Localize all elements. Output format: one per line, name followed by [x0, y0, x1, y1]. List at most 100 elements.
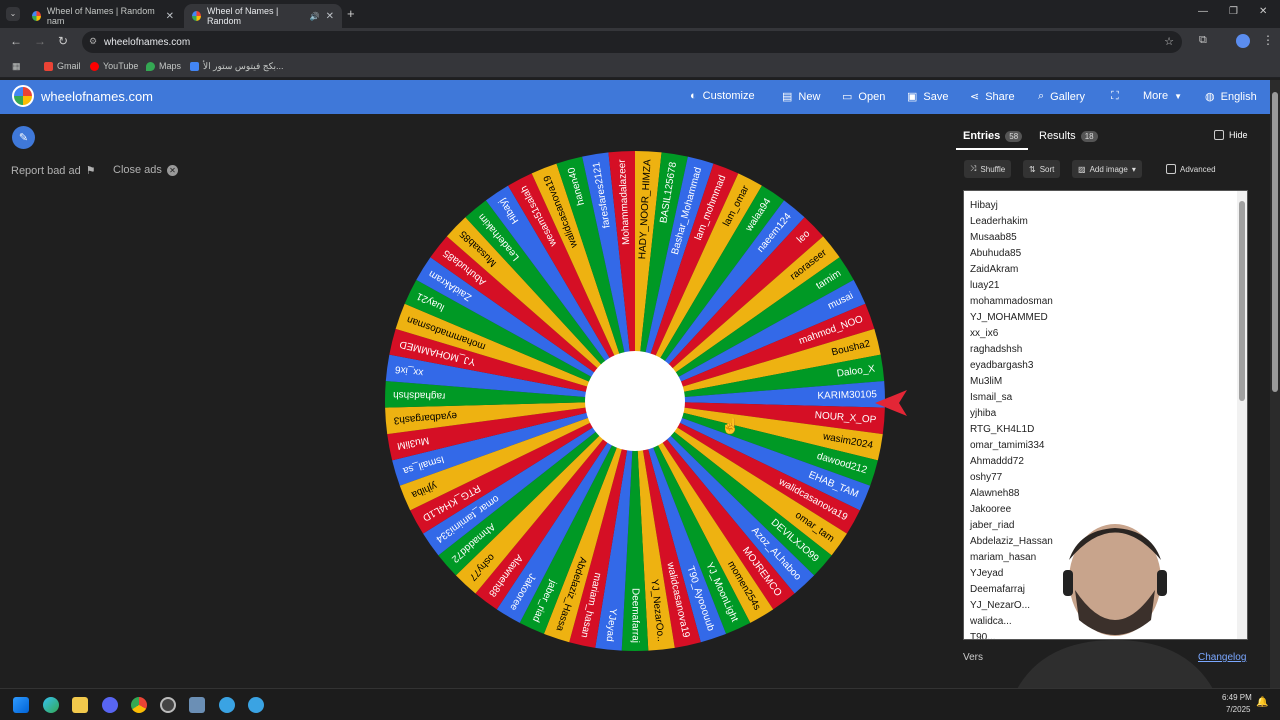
language-button[interactable]: ◍ English — [1205, 90, 1257, 104]
windows-start-icon[interactable] — [13, 697, 29, 713]
extensions-icon[interactable]: ⧉ — [1199, 34, 1207, 47]
entries-tab-label: Entries — [963, 130, 1001, 142]
close-tab-icon[interactable]: ✕ — [326, 11, 334, 22]
entry-item: oshy77 — [970, 472, 1003, 483]
folder-icon: ▭ — [842, 91, 853, 103]
discord-icon[interactable] — [102, 697, 118, 713]
close-ads-link[interactable]: Close ads ✕ — [113, 164, 178, 176]
wheel-center-hub[interactable] — [585, 351, 685, 451]
globe-icon: ◍ — [1205, 91, 1215, 103]
entries-scrollbar[interactable] — [1237, 191, 1247, 639]
entry-item: RTG_KH4L1D — [970, 424, 1035, 435]
sort-button[interactable]: ⇅ Sort — [1023, 160, 1061, 178]
audio-icon[interactable]: 🔊 — [310, 12, 320, 21]
restore-window-icon[interactable]: ❐ — [1229, 6, 1238, 17]
entry-item: Abuhuda85 — [970, 248, 1022, 259]
obs-icon[interactable] — [160, 697, 176, 713]
back-icon[interactable]: ← — [10, 34, 22, 48]
page-scrollbar[interactable] — [1270, 80, 1280, 688]
apps-icon[interactable]: ▦ — [12, 61, 21, 72]
notification-bell-icon[interactable]: 🔔 — [1256, 697, 1268, 708]
entry-item: Mu3liM — [970, 376, 1003, 387]
add-image-button[interactable]: ▨ Add image ▾ — [1072, 160, 1142, 178]
results-tab-label: Results — [1039, 130, 1076, 142]
image-icon: ▨ — [1078, 164, 1086, 174]
report-bad-ad-link[interactable]: Report bad ad ⚑ — [11, 164, 96, 178]
close-tab-icon[interactable]: ✕ — [166, 11, 174, 22]
new-tab-button[interactable]: + — [347, 6, 355, 21]
pencil-icon: ✎ — [18, 132, 29, 144]
file-explorer-icon[interactable] — [72, 697, 88, 713]
wheel-label: raghadshsh — [393, 389, 446, 401]
gmail-icon — [44, 61, 53, 71]
clock-time: 6:49 PM — [1222, 693, 1252, 702]
advanced-label: Advanced — [1180, 164, 1216, 174]
minimize-window-icon[interactable]: — — [1198, 6, 1208, 17]
forward-icon[interactable]: → — [34, 34, 46, 48]
page-scrollbar-thumb[interactable] — [1272, 92, 1278, 392]
wheel[interactable]: Ismail_saMu3liMeyadbargash3raghadshshxx_… — [382, 148, 888, 654]
active-tab-underline — [956, 148, 1028, 150]
bookmark-maps[interactable]: Maps — [146, 61, 181, 71]
browser-tab-1[interactable]: Wheel of Names | Random nam ✕ — [24, 4, 182, 28]
chrome-icon[interactable] — [131, 697, 147, 713]
bookmark-label: بكج فيتوس ستور الأ... — [203, 61, 284, 71]
document-icon — [190, 62, 199, 71]
app-icon-2[interactable] — [248, 697, 264, 713]
checkbox-icon[interactable] — [1166, 164, 1176, 174]
browser-tab-2[interactable]: Wheel of Names | Random 🔊 ✕ — [184, 4, 342, 28]
flag-icon: ⚑ — [85, 165, 96, 177]
site-info-icon[interactable]: ⚙ — [89, 36, 97, 47]
more-label: More — [1143, 90, 1169, 102]
entry-item: YJ_MOHAMMED — [970, 312, 1048, 323]
wheel-label: KARIM30105 — [817, 389, 877, 402]
browser-toolbar: ← → ↻ ⚙ wheelofnames.com ☆ ⧉ ⋮ — [0, 28, 1280, 56]
tab-search-icon[interactable]: ⌄ — [6, 7, 20, 21]
entries-scrollbar-thumb[interactable] — [1239, 201, 1245, 401]
edge-icon[interactable] — [43, 697, 59, 713]
maps-icon — [146, 61, 155, 71]
gallery-button[interactable]: ⌕ Gallery — [1038, 90, 1085, 103]
advanced-checkbox[interactable]: Advanced — [1160, 160, 1222, 178]
hide-label: Hide — [1229, 130, 1248, 140]
share-label: Share — [985, 90, 1015, 103]
app-icon-1[interactable] — [219, 697, 235, 713]
checkbox-icon[interactable] — [1214, 130, 1224, 140]
entry-item: Ismail_sa — [970, 392, 1013, 403]
open-button[interactable]: ▭ Open — [842, 90, 885, 104]
site-header: wheelofnames.com ◐ Customize ▤ New ▭ Open ▣… — [0, 80, 1270, 114]
entry-item: xx_ix6 — [970, 328, 999, 339]
chevron-down-icon: ▼ — [1174, 91, 1182, 101]
edit-pencil-button[interactable]: ✎ — [12, 126, 35, 149]
bookmark-gmail[interactable]: Gmail — [44, 61, 81, 71]
sort-label: Sort — [1039, 164, 1055, 174]
bookmark-youtube[interactable]: YouTube — [90, 61, 138, 71]
brand[interactable]: wheelofnames.com — [12, 85, 153, 107]
reload-icon[interactable]: ↻ — [58, 34, 68, 48]
webcam-overlay — [1005, 524, 1225, 720]
entry-item: Musaab85 — [970, 232, 1017, 243]
tab-entries[interactable]: Entries 58 — [963, 130, 1023, 142]
entry-item: Leaderhakim — [970, 216, 1028, 227]
photos-icon[interactable] — [189, 697, 205, 713]
more-button[interactable]: More ▼ — [1143, 90, 1182, 102]
save-button[interactable]: ▣ Save — [907, 90, 948, 104]
hide-checkbox[interactable]: Hide — [1214, 130, 1248, 140]
new-button[interactable]: ▤ New — [782, 90, 820, 104]
browser-menu-icon[interactable]: ⋮ — [1262, 33, 1274, 47]
address-bar[interactable]: ⚙ wheelofnames.com ☆ — [82, 31, 1182, 53]
customize-button[interactable]: ◐ Customize — [690, 90, 755, 102]
share-button[interactable]: ⋖ Share — [970, 90, 1015, 104]
fullscreen-button[interactable]: ⛶ — [1111, 90, 1119, 103]
new-document-icon: ▤ — [782, 91, 793, 103]
profile-icon[interactable] — [1236, 34, 1250, 48]
bookmark-star-icon[interactable]: ☆ — [1164, 35, 1174, 48]
entry-item: Hibayj — [970, 200, 998, 211]
shuffle-button[interactable]: ⤨ Shuffle — [964, 160, 1012, 178]
entry-item: yjhiba — [970, 408, 997, 419]
close-window-icon[interactable]: ✕ — [1259, 6, 1267, 17]
tab-results[interactable]: Results 18 — [1039, 130, 1098, 142]
bookmark-label: Gmail — [57, 61, 81, 71]
browser-tab-title: Wheel of Names | Random nam — [46, 6, 155, 26]
bookmark-store[interactable]: بكج فيتوس ستور الأ... — [190, 61, 284, 72]
